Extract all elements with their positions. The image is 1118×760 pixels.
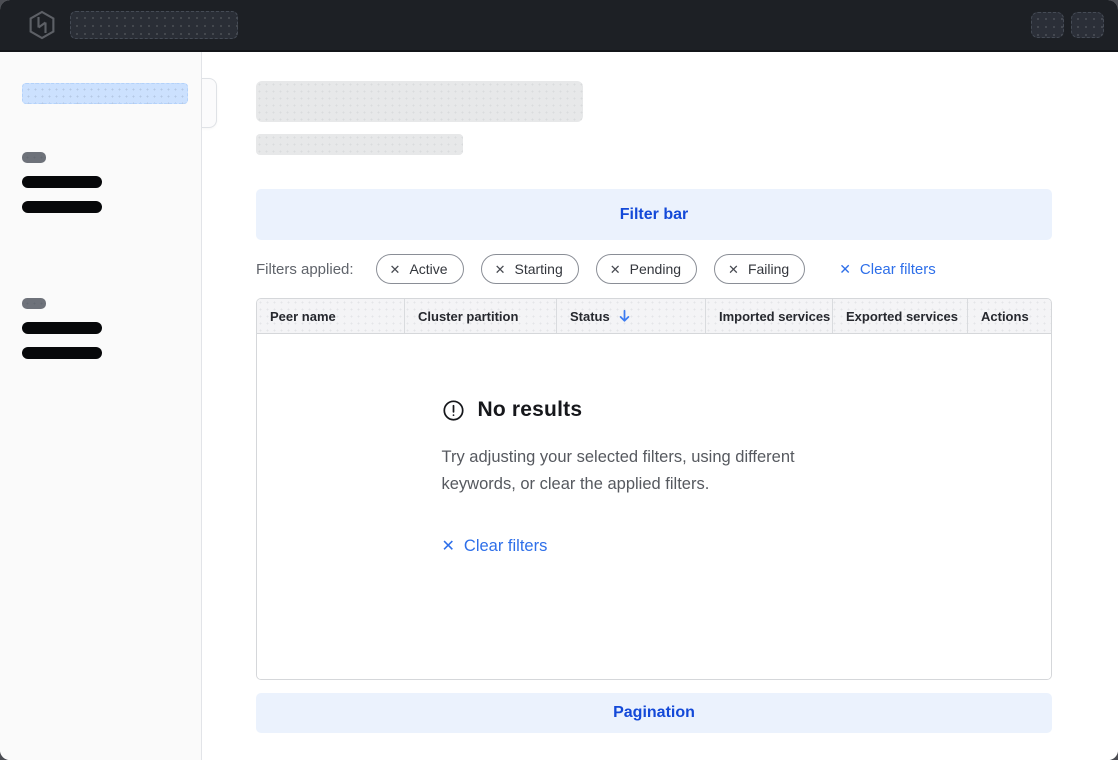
alert-circle-icon (442, 399, 465, 422)
column-header-peer-name[interactable]: Peer name (257, 299, 405, 333)
sidebar-active-item-skeleton (22, 83, 188, 104)
column-header-actions: Actions (968, 299, 1051, 333)
clear-icon: ✕ (442, 539, 455, 555)
empty-state: No results Try adjusting your selected f… (442, 334, 867, 679)
dismiss-icon: ✕ (495, 263, 506, 276)
sidebar-collapse-handle[interactable] (202, 78, 217, 128)
hashicorp-logo-icon (26, 9, 58, 41)
applied-filters-row: Filters applied: ✕ Active ✕ Starting ✕ P… (256, 253, 1052, 285)
clear-filters-label: Clear filters (860, 261, 936, 278)
filter-pill-active[interactable]: ✕ Active (376, 254, 464, 284)
top-nav-bar (0, 0, 1118, 52)
empty-state-title: No results (478, 398, 583, 422)
table-body: No results Try adjusting your selected f… (257, 334, 1051, 679)
filter-pills: ✕ Active ✕ Starting ✕ Pending ✕ Failing (376, 254, 806, 284)
table-header-row: Peer name Cluster partition Status (257, 299, 1051, 334)
dismiss-icon: ✕ (390, 263, 401, 276)
pagination-label: Pagination (613, 704, 695, 722)
filter-pill-failing[interactable]: ✕ Failing (714, 254, 805, 284)
dismiss-icon: ✕ (610, 263, 621, 276)
sidebar-nav-item-skeleton (22, 201, 102, 213)
filter-pill-label: Pending (630, 261, 681, 277)
sidebar-nav-item-skeleton (22, 176, 102, 188)
filter-pill-label: Starting (514, 261, 562, 277)
sort-descending-icon (618, 309, 631, 323)
sidebar-nav-item-skeleton (22, 322, 102, 334)
app-window: Filter bar Filters applied: ✕ Active ✕ S… (0, 0, 1118, 760)
filters-applied-label: Filters applied: (256, 261, 354, 278)
empty-state-clear-filters-label: Clear filters (464, 537, 547, 556)
dismiss-icon: ✕ (728, 263, 739, 276)
pagination-placeholder: Pagination (256, 693, 1052, 733)
column-header-cluster-partition[interactable]: Cluster partition (405, 299, 557, 333)
filter-bar-placeholder: Filter bar (256, 189, 1052, 240)
peers-table: Peer name Cluster partition Status (256, 298, 1052, 680)
sidebar-nav-item-skeleton (22, 347, 102, 359)
clear-icon: ✕ (839, 262, 851, 276)
user-menu-placeholder (1071, 12, 1104, 38)
search-input-placeholder (70, 11, 238, 39)
sidebar-section-label-skeleton (22, 152, 46, 163)
column-header-imported-services[interactable]: Imported services (706, 299, 833, 333)
clear-filters-button[interactable]: ✕ Clear filters (839, 261, 936, 278)
sidebar-section-label-skeleton (22, 298, 46, 309)
filter-pill-starting[interactable]: ✕ Starting (481, 254, 579, 284)
filter-bar-label: Filter bar (620, 206, 688, 224)
empty-state-clear-filters-button[interactable]: ✕ Clear filters (442, 537, 548, 556)
page-title-skeleton (256, 81, 583, 122)
column-header-status[interactable]: Status (557, 299, 706, 333)
column-header-exported-services[interactable]: Exported services (833, 299, 968, 333)
page-subtitle-skeleton (256, 134, 463, 155)
filter-pill-pending[interactable]: ✕ Pending (596, 254, 697, 284)
sidebar (0, 52, 202, 760)
help-button-placeholder (1031, 12, 1064, 38)
main-content: Filter bar Filters applied: ✕ Active ✕ S… (202, 52, 1118, 760)
filter-pill-label: Active (409, 261, 447, 277)
empty-state-description: Try adjusting your selected filters, usi… (442, 444, 867, 497)
filter-pill-label: Failing (748, 261, 789, 277)
